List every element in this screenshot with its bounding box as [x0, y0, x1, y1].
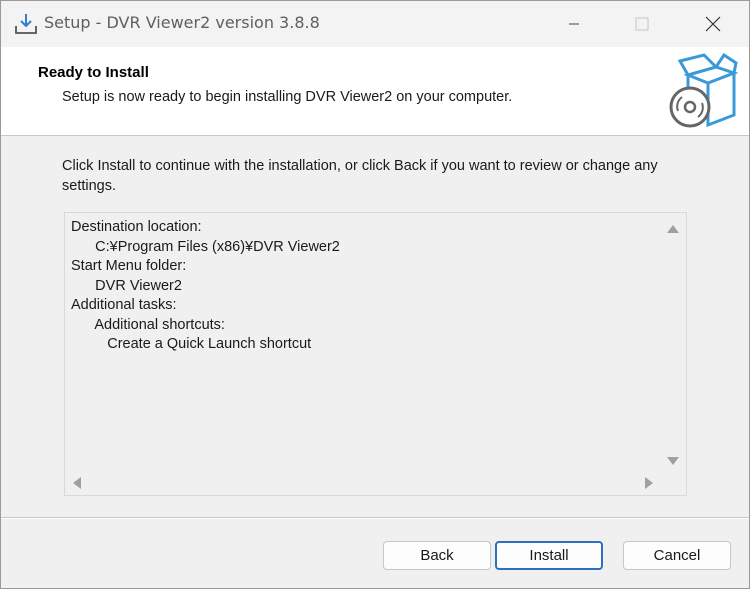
memo-line: C:¥Program Files (x86)¥DVR Viewer2: [71, 238, 340, 255]
setup-download-icon: [15, 14, 37, 34]
setup-window: Setup - DVR Viewer2 version 3.8.8 Ready …: [0, 0, 750, 589]
maximize-button: [619, 1, 665, 47]
instruction-text: Click Install to continue with the insta…: [62, 158, 658, 194]
memo-line: Destination location:: [71, 219, 202, 235]
horizontal-scrollbar[interactable]: [65, 469, 662, 495]
memo-line: DVR Viewer2: [71, 277, 182, 294]
page-title: Ready to Install: [38, 64, 149, 81]
page-subtitle: Setup is now ready to begin installing D…: [62, 89, 513, 105]
maximize-icon: [635, 17, 649, 31]
install-button[interactable]: Install: [495, 541, 603, 570]
memo-line: Additional tasks:: [71, 297, 177, 313]
memo-line: Create a Quick Launch shortcut: [71, 336, 312, 352]
scrollbar-corner: [660, 469, 686, 495]
wizard-header: Ready to Install Setup is now ready to b…: [1, 47, 749, 136]
minimize-button[interactable]: [551, 1, 597, 47]
scroll-up-icon[interactable]: [667, 225, 679, 233]
title-bar[interactable]: Setup - DVR Viewer2 version 3.8.8: [1, 1, 749, 47]
memo-line: Additional shortcuts:: [71, 316, 225, 333]
minimize-icon: [569, 23, 579, 25]
scroll-right-icon[interactable]: [645, 477, 653, 489]
divider-highlight: [1, 518, 749, 519]
scroll-left-icon[interactable]: [73, 477, 81, 489]
close-icon: [705, 16, 721, 32]
back-button[interactable]: Back: [383, 541, 491, 570]
ready-memo[interactable]: Destination location: C:¥Program Files (…: [64, 212, 687, 496]
box-disc-icon: [669, 53, 738, 128]
memo-text: Destination location: C:¥Program Files (…: [71, 218, 340, 355]
vertical-scrollbar[interactable]: [660, 213, 686, 471]
close-button[interactable]: [690, 1, 736, 47]
scroll-down-icon[interactable]: [667, 457, 679, 465]
window-title: Setup - DVR Viewer2 version 3.8.8: [44, 13, 320, 32]
memo-line: Start Menu folder:: [71, 258, 187, 274]
cancel-button[interactable]: Cancel: [623, 541, 731, 570]
